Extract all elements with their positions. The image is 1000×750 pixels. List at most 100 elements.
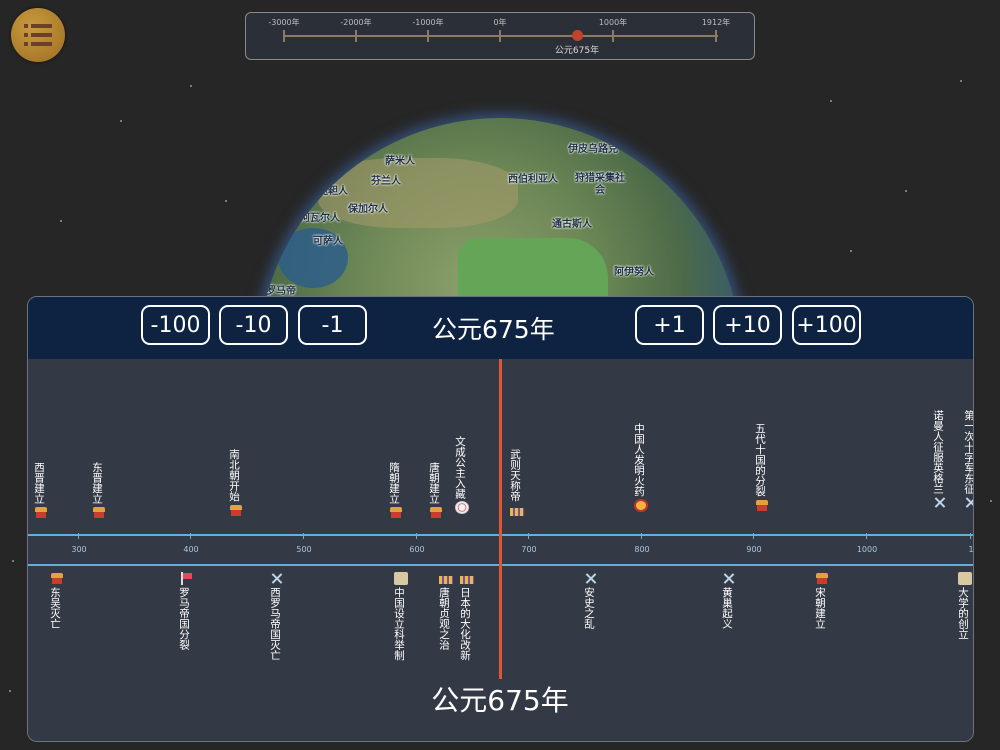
overview-tick: [612, 30, 614, 42]
map-label: 可萨人: [313, 236, 343, 247]
header-year-label: 公元675年: [432, 315, 555, 344]
event-top[interactable]: 武则天称帝: [508, 449, 526, 519]
map-label: 芬兰人: [371, 176, 401, 187]
palace-icon: [389, 506, 403, 519]
event-bottom[interactable]: 西罗马帝国灭亡: [268, 570, 286, 661]
axis-tick: [416, 533, 417, 539]
overview-tick-label: -1000年: [412, 18, 444, 27]
event-top[interactable]: 五代十国的分裂: [753, 423, 771, 514]
map-label: 通古斯人: [552, 219, 592, 230]
overview-tick-label: 0年: [493, 18, 507, 27]
event-top[interactable]: 第一次十字军东征: [962, 410, 974, 511]
scroll-icon: [958, 572, 972, 585]
overview-tick-label: -3000年: [268, 18, 300, 27]
axis-label: 600: [409, 545, 425, 554]
event-bottom[interactable]: 黄巢起义: [720, 570, 738, 629]
event-top[interactable]: 诺曼人征服英格兰: [931, 410, 949, 511]
event-top[interactable]: 西晋建立: [32, 462, 50, 521]
crossed-swords-icon: [722, 572, 736, 585]
overview-current-marker[interactable]: [572, 30, 583, 41]
axis-label: 700: [521, 545, 537, 554]
event-top[interactable]: 中国人发明火药: [632, 423, 650, 514]
event-label: 东晋建立: [91, 462, 103, 504]
palace-icon: [50, 572, 64, 585]
map-label: 伊皮乌路克: [568, 144, 618, 155]
event-label: 隋朝建立: [388, 462, 400, 504]
palace-icon: [755, 499, 769, 512]
palace-icon: [34, 506, 48, 519]
axis-label: 1: [968, 545, 974, 554]
map-label: 保加尔人: [348, 204, 388, 215]
minus-100-button[interactable]: -100: [141, 305, 210, 345]
axis-label: 800: [634, 545, 650, 554]
axis-tick: [303, 533, 304, 539]
axis-label: 300: [71, 545, 87, 554]
event-top[interactable]: 东晋建立: [90, 462, 108, 521]
event-bottom[interactable]: 大学的创立: [956, 570, 973, 640]
event-label: 武则天称帝: [509, 449, 521, 502]
palace-icon: [229, 504, 243, 517]
axis-tick: [866, 533, 867, 539]
event-bottom[interactable]: 罗马帝国分裂: [177, 570, 195, 650]
crossed-swords-icon: [933, 496, 947, 509]
event-label: 罗马帝国分裂: [178, 587, 190, 650]
overview-tick: [283, 30, 285, 42]
map-label: 阿瓦尔人: [300, 213, 340, 224]
overview-timeline[interactable]: -3000年 -2000年 -1000年 0年 1000年 1912年 公元67…: [245, 12, 755, 60]
scroll-icon: [394, 572, 408, 585]
event-label: 五代十国的分裂: [754, 423, 766, 497]
overview-tick: [499, 30, 501, 42]
overview-current-label: 公元675年: [554, 46, 600, 56]
overview-tick: [715, 30, 717, 42]
event-label: 唐朝建立: [428, 462, 440, 504]
event-bottom[interactable]: 唐朝贞观之治: [437, 570, 455, 650]
flag-icon: [179, 572, 193, 585]
event-label: 第一次十字军东征: [963, 410, 974, 494]
overview-tick-label: -2000年: [340, 18, 372, 27]
timeline-controls: -100 -10 -1 公元675年 +1 +10 +100: [28, 297, 973, 359]
event-bottom[interactable]: 中国设立科举制: [392, 570, 410, 661]
axis-label: 900: [746, 545, 762, 554]
map-label: 狩猎采集社会: [575, 173, 625, 196]
people-icon: [439, 572, 453, 585]
crossed-swords-icon: [270, 572, 284, 585]
event-top[interactable]: 南北朝开始: [227, 449, 245, 519]
map-label: 西伯利亚人: [508, 174, 558, 185]
event-bottom[interactable]: 安史之乱: [582, 570, 600, 629]
current-year-indicator[interactable]: [499, 359, 502, 679]
axis-label: 500: [296, 545, 312, 554]
overview-tick-label: 1000年: [598, 18, 628, 27]
plus-100-button[interactable]: +100: [792, 305, 861, 345]
minus-1-button[interactable]: -1: [298, 305, 367, 345]
event-label: 黄巢起义: [721, 587, 733, 629]
event-label: 西罗马帝国灭亡: [269, 587, 281, 661]
axis-tick: [641, 533, 642, 539]
event-bottom[interactable]: 日本的大化改新: [458, 570, 476, 661]
event-label: 中国人发明火药: [633, 423, 645, 497]
event-label: 西晋建立: [33, 462, 45, 504]
menu-button[interactable]: [11, 8, 65, 62]
list-menu-icon: [24, 24, 52, 46]
event-top[interactable]: 唐朝建立: [427, 462, 445, 521]
event-bottom[interactable]: 东吴灭亡: [48, 570, 66, 629]
axis-tick: [78, 533, 79, 539]
palace-icon: [92, 506, 106, 519]
event-label: 文成公主入藏: [454, 436, 466, 499]
crossed-swords-icon: [964, 496, 973, 509]
event-label: 唐朝贞观之治: [438, 587, 450, 650]
event-label: 宋朝建立: [814, 587, 826, 629]
bomb-icon: [634, 498, 648, 512]
axis-tick: [970, 533, 971, 539]
event-top[interactable]: 隋朝建立: [387, 462, 405, 521]
event-top[interactable]: 文成公主入藏: [453, 436, 471, 516]
map-label: 阿伊努人: [614, 267, 654, 278]
palace-icon: [429, 506, 443, 519]
plus-1-button[interactable]: +1: [635, 305, 704, 345]
minus-10-button[interactable]: -10: [219, 305, 288, 345]
map-label: 鞑靼人: [318, 186, 348, 197]
event-label: 中国设立科举制: [393, 587, 405, 661]
axis-tick: [753, 533, 754, 539]
axis-label: 400: [183, 545, 199, 554]
event-bottom[interactable]: 宋朝建立: [813, 570, 831, 629]
plus-10-button[interactable]: +10: [713, 305, 782, 345]
